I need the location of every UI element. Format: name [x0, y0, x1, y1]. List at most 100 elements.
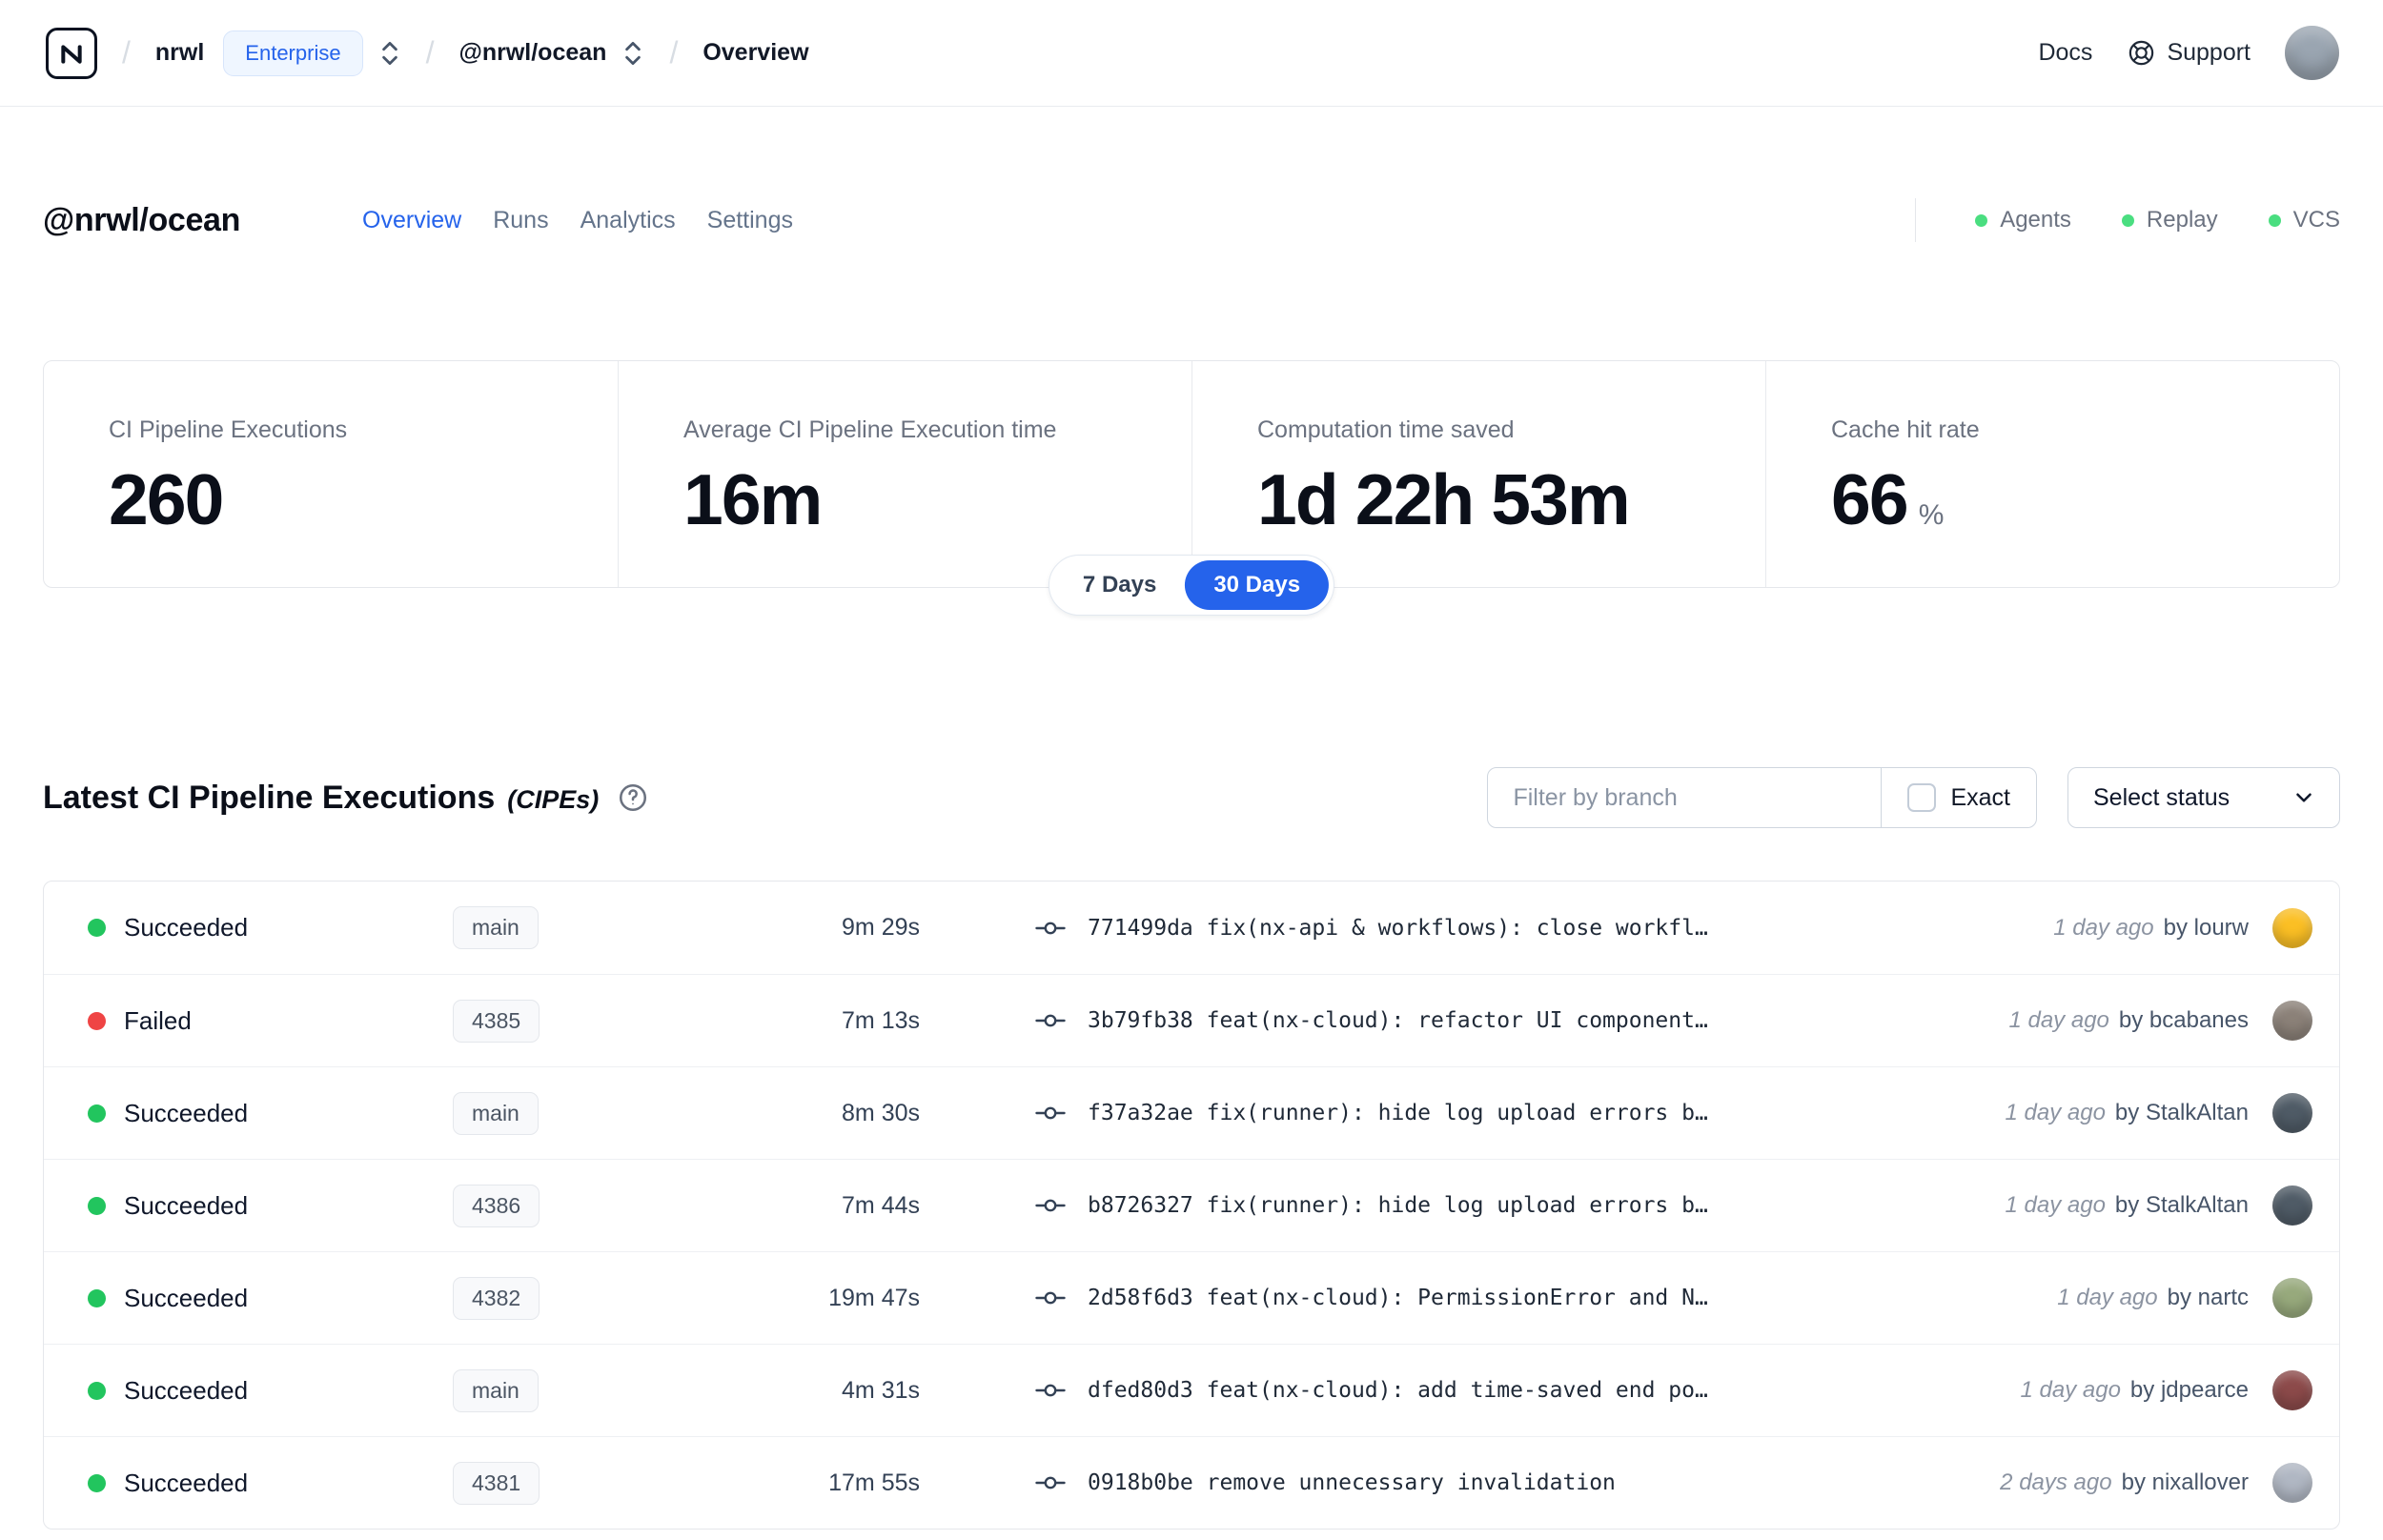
status-select-label: Select status [2093, 783, 2230, 811]
status-select-dropdown[interactable]: Select status [2067, 767, 2340, 828]
relative-time: 2 days ago [2000, 1469, 2112, 1495]
status-label: Failed [124, 1005, 192, 1035]
status-label: Succeeded [124, 1283, 249, 1312]
workspace-switcher-button[interactable] [621, 38, 644, 69]
duration-label: 7m 44s [842, 1191, 920, 1219]
branch-cell: main [453, 1091, 672, 1135]
user-avatar[interactable] [2285, 26, 2339, 80]
date-range-toggle: 7 Days 30 Days [1048, 555, 1335, 616]
commit-message: 2d58f6d3 feat(nx-cloud): PermissionError… [1088, 1286, 1708, 1310]
git-commit-icon [1035, 922, 1066, 934]
help-button[interactable] [617, 781, 649, 814]
commit-cell: 0918b0be remove unnecessary invalidation [920, 1470, 2000, 1495]
green-dot-icon [2121, 213, 2134, 227]
breadcrumb: / nrwl Enterprise / @nrwl/ocean / Overvi… [46, 27, 809, 79]
cipe-row[interactable]: Succeeded main 8m 30s f37a32ae fix(runne… [44, 1066, 2339, 1159]
meta-cell: 1 day ago by StalkAltan [2005, 1185, 2312, 1226]
stat-suffix: % [1918, 499, 1945, 531]
branch-badge[interactable]: 4386 [453, 1184, 540, 1227]
range-7-days-button[interactable]: 7 Days [1054, 560, 1185, 610]
docs-link[interactable]: Docs [2038, 39, 2092, 67]
branch-badge[interactable]: 4382 [453, 1276, 540, 1320]
author-avatar [2272, 1278, 2312, 1318]
nx-logo[interactable] [46, 27, 97, 79]
tab-runs[interactable]: Runs [493, 207, 548, 234]
relative-time: 1 day ago [2053, 914, 2154, 941]
stat-label: CI Pipeline Executions [109, 416, 348, 443]
status-label: Succeeded [124, 1190, 249, 1220]
author-label: by StalkAltan [2114, 1100, 2249, 1125]
commit-message: b8726327 fix(runner): hide log upload er… [1088, 1193, 1708, 1218]
status-cell: Succeeded [88, 1191, 453, 1221]
tab-analytics[interactable]: Analytics [580, 207, 676, 234]
top-navbar: / nrwl Enterprise / @nrwl/ocean / Overvi… [0, 0, 2383, 107]
exact-label: Exact [1950, 783, 2010, 811]
status-cell: Succeeded [88, 1284, 453, 1313]
stat-card-average-execution-time: Average CI Pipeline Execution time 16m [618, 361, 1192, 587]
cipe-row[interactable]: Succeeded main 9m 29s 771499da fix(nx-ap… [44, 881, 2339, 974]
stat-card-computation-time-saved: Computation time saved 1d 22h 53m [1192, 361, 1765, 587]
stat-number: 1d 22h 53m [1257, 459, 1631, 539]
git-commit-icon [1035, 1384, 1066, 1397]
branch-badge[interactable]: 4381 [453, 1461, 540, 1505]
cipe-row[interactable]: Succeeded 4382 19m 47s 2d58f6d3 feat(nx-… [44, 1251, 2339, 1344]
git-commit-icon [1035, 1014, 1066, 1027]
meta-cell: 1 day ago by lourw [2053, 907, 2312, 948]
status-dot [88, 1381, 106, 1400]
cipe-table: Succeeded main 9m 29s 771499da fix(nx-ap… [43, 881, 2340, 1530]
meta-cell: 1 day ago by bcabanes [2008, 1001, 2312, 1041]
cipe-row[interactable]: Succeeded 4386 7m 44s b8726327 fix(runne… [44, 1159, 2339, 1251]
cipe-row[interactable]: Failed 4385 7m 13s 3b79fb38 feat(nx-clou… [44, 974, 2339, 1066]
support-label: Support [2167, 39, 2251, 66]
branch-badge[interactable]: main [453, 1091, 539, 1135]
exact-match-toggle[interactable]: Exact [1881, 768, 2036, 827]
cipe-row[interactable]: Succeeded 4381 17m 55s 0918b0be remove u… [44, 1436, 2339, 1529]
commit-cell: f37a32ae fix(runner): hide log upload er… [920, 1101, 2006, 1125]
branch-badge[interactable]: main [453, 1368, 539, 1412]
cipe-row[interactable]: Succeeded main 4m 31s dfed80d3 feat(nx-c… [44, 1344, 2339, 1436]
status-indicator-replay[interactable]: Replay [2121, 207, 2218, 233]
branch-badge[interactable]: main [453, 906, 539, 949]
indicator-label: VCS [2292, 207, 2340, 233]
status-indicator-agents[interactable]: Agents [1975, 207, 2071, 233]
author-avatar [2272, 1370, 2312, 1410]
indicator-label: Agents [2000, 207, 2071, 233]
nx-cloud-dashboard: / nrwl Enterprise / @nrwl/ocean / Overvi… [0, 0, 2383, 1540]
lifebuoy-icon [2129, 40, 2154, 66]
branch-badge[interactable]: 4385 [453, 999, 540, 1043]
branch-cell: main [453, 1368, 672, 1412]
stat-card-cache-hit-rate: Cache hit rate 66 % [1765, 361, 2339, 587]
question-circle-icon [620, 783, 647, 812]
branch-filter-input[interactable] [1488, 768, 1882, 827]
duration-label: 8m 30s [842, 1099, 920, 1126]
exact-checkbox[interactable] [1907, 783, 1937, 812]
chevron-up-down-icon [625, 41, 642, 65]
cipes-header: Latest CI Pipeline Executions (CIPEs) Ex… [43, 767, 2340, 828]
author-label: by nixallover [2121, 1469, 2249, 1495]
relative-time: 1 day ago [2005, 1192, 2106, 1218]
author-avatar [2272, 1093, 2312, 1133]
author-label: by bcabanes [2118, 1007, 2249, 1033]
git-commit-icon [1035, 1199, 1066, 1212]
tab-settings[interactable]: Settings [707, 207, 793, 234]
author-label: by jdpearce [2129, 1377, 2249, 1403]
org-switcher-button[interactable] [378, 38, 401, 69]
commit-cell: 2d58f6d3 feat(nx-cloud): PermissionError… [920, 1286, 2057, 1310]
stat-label: Computation time saved [1257, 416, 1515, 443]
status-indicator-vcs[interactable]: VCS [2268, 207, 2340, 233]
support-link[interactable]: Support [2127, 38, 2251, 68]
status-dot [88, 1196, 106, 1215]
status-label: Succeeded [124, 1098, 249, 1127]
relative-time: 1 day ago [2020, 1377, 2121, 1403]
status-dot [88, 1104, 106, 1123]
git-commit-icon [1035, 1476, 1066, 1489]
status-label: Succeeded [124, 913, 249, 942]
stats-section: CI Pipeline Executions 260 Average CI Pi… [43, 360, 2340, 616]
author-avatar [2272, 907, 2312, 948]
tab-overview[interactable]: Overview [362, 207, 461, 234]
cipes-title-text: Latest CI Pipeline Executions [43, 779, 496, 816]
commit-message: 771499da fix(nx-api & workflows): close … [1088, 915, 1708, 941]
stat-value: 260 [109, 458, 618, 540]
status-cell: Succeeded [88, 913, 453, 942]
range-30-days-button[interactable]: 30 Days [1185, 560, 1330, 610]
